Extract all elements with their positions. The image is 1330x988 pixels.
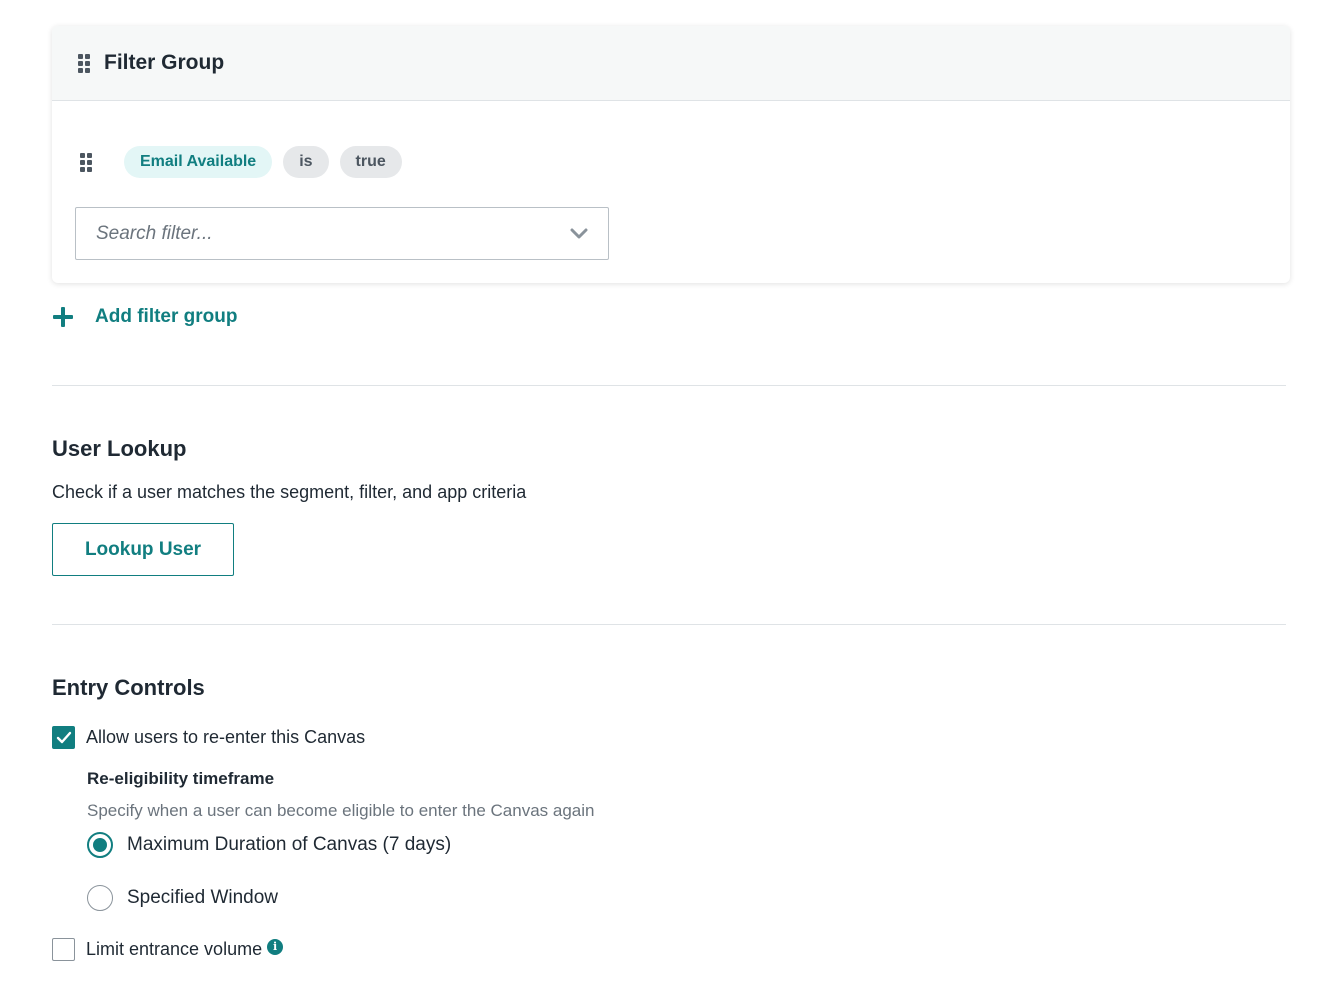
filter-operator-pill[interactable]: is xyxy=(283,146,329,178)
section-divider xyxy=(52,385,1286,386)
entry-controls-title: Entry Controls xyxy=(52,675,205,700)
checkmark-icon xyxy=(56,731,71,743)
chevron-down-icon[interactable] xyxy=(570,225,588,243)
filter-value-pill[interactable]: true xyxy=(339,146,402,178)
info-icon[interactable]: i xyxy=(267,938,284,955)
reeligibility-title: Re-eligibility timeframe xyxy=(87,769,275,788)
filter-field-pill[interactable]: Email Available xyxy=(124,146,273,178)
filter-group-title: Filter Group xyxy=(104,51,225,74)
limit-volume-label: Limit entrance volume xyxy=(86,939,263,959)
radio-specified-window-label: Specified Window xyxy=(127,887,279,908)
filter-group-card: Filter Group Email Available is true xyxy=(52,26,1290,283)
lookup-user-button[interactable]: Lookup User xyxy=(52,523,234,576)
limit-volume-checkbox[interactable] xyxy=(52,938,75,961)
limit-volume-checkbox-row[interactable]: Limit entrance volume i xyxy=(52,938,284,961)
radio-max-duration-label: Maximum Duration of Canvas (7 days) xyxy=(127,834,452,855)
filter-row: Email Available is true xyxy=(80,146,413,178)
radio-button-selected[interactable] xyxy=(87,832,113,858)
reeligibility-description: Specify when a user can become eligible … xyxy=(87,801,595,820)
section-divider xyxy=(52,624,1286,625)
radio-specified-window[interactable]: Specified Window xyxy=(87,885,278,911)
reenter-label: Allow users to re-enter this Canvas xyxy=(86,727,366,747)
filter-group-header: Filter Group xyxy=(52,26,1290,101)
drag-handle-icon[interactable] xyxy=(78,53,90,73)
search-filter-dropdown[interactable] xyxy=(75,207,609,260)
search-filter-input[interactable] xyxy=(96,222,570,245)
radio-max-duration[interactable]: Maximum Duration of Canvas (7 days) xyxy=(87,832,451,858)
user-lookup-title: User Lookup xyxy=(52,436,187,461)
filter-drag-handle-icon[interactable] xyxy=(80,152,92,172)
add-filter-group-button[interactable]: Add filter group xyxy=(52,306,237,328)
user-lookup-description: Check if a user matches the segment, fil… xyxy=(52,482,527,502)
reenter-checkbox[interactable] xyxy=(52,726,75,749)
add-filter-group-label: Add filter group xyxy=(95,306,238,327)
radio-button-unselected[interactable] xyxy=(87,885,113,911)
plus-icon xyxy=(52,306,74,328)
reenter-checkbox-row[interactable]: Allow users to re-enter this Canvas xyxy=(52,726,365,749)
